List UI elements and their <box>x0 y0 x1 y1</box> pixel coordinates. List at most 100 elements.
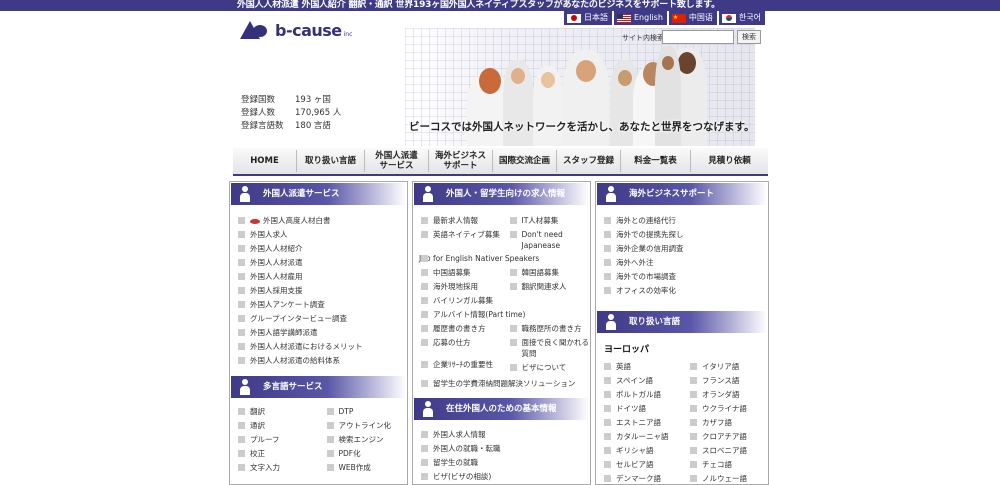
language-link[interactable]: エストニア語 <box>596 416 682 430</box>
region-heading: ヨーロッパ <box>604 345 650 355</box>
nav-overseas[interactable]: 海外ビジネス サポート <box>429 150 493 172</box>
language-link[interactable]: イタリア語 <box>682 360 768 374</box>
link-item[interactable]: WEB作成 <box>319 461 408 475</box>
lang-korean[interactable]: 한국어 <box>718 11 765 25</box>
language-link[interactable]: ポルトガル語 <box>596 388 682 402</box>
language-link[interactable]: ギリシャ語 <box>596 444 682 458</box>
china-flag-icon <box>671 13 686 23</box>
column-dispatch: 外国人派遣サービス 外国人高度人材白書 外国人求人 外国人人材紹介 外国人人材派… <box>229 181 408 485</box>
link-item[interactable]: 企業ﾘｻｰﾁの重要性 <box>413 358 502 372</box>
link-item[interactable]: グループインタービュー調査 <box>230 312 407 326</box>
section-header: 外国人・留学生向けの求人情報 <box>414 183 589 205</box>
link-item[interactable]: 海外での市場調査 <box>596 270 768 284</box>
language-link[interactable]: カタルーニャ語 <box>596 430 682 444</box>
link-item[interactable]: アルバイト情報(Part time) <box>413 308 590 322</box>
nav-dispatch[interactable]: 外国人派遣 サービス <box>365 150 429 172</box>
link-item[interactable]: 外国人求人 <box>230 228 407 242</box>
link-item[interactable]: 外国人採用支援 <box>230 284 407 298</box>
language-link[interactable]: 英語 <box>596 360 682 374</box>
link-item[interactable]: 応募の仕方 <box>413 336 502 350</box>
section-header: 在住外国人のための基本情報 <box>414 398 589 420</box>
language-switcher: 日本語 English 中国语 한국어 <box>564 11 765 25</box>
column-business: 海外ビジネスサポート 海外との連絡代行 海外での提携先探し 海外企業の信用調査 … <box>595 181 769 485</box>
link-item[interactable]: 文字入力 <box>230 461 319 475</box>
section-header: 海外ビジネスサポート <box>597 183 767 205</box>
link-item[interactable]: 外国人語学講師派遣 <box>230 326 407 340</box>
language-link[interactable]: スロベニア語 <box>682 444 768 458</box>
nav-staff-registration[interactable]: スタッフ登録 <box>557 150 621 172</box>
link-item[interactable]: 翻訳関連求人 <box>502 280 591 294</box>
nav-estimate[interactable]: 見積り依頼 <box>691 150 768 172</box>
link-item[interactable]: 海外企業の信用調査 <box>596 242 768 256</box>
language-link[interactable]: フランス語 <box>682 374 768 388</box>
link-item[interactable]: DTP <box>319 405 408 419</box>
link-item[interactable]: 職務歴所の書き方 <box>502 322 591 336</box>
link-item[interactable]: 校正 <box>230 447 319 461</box>
column-jobs: 外国人・留学生向けの求人情報 最新求人情報 IT人材募集 英語ネイティブ募集 D… <box>412 181 591 485</box>
language-link[interactable]: セルビア語 <box>596 458 682 472</box>
link-item[interactable]: 外国人人材派遣におけるメリット <box>230 340 407 354</box>
link-item[interactable]: Job for English Nativer Speakers <box>413 252 590 266</box>
link-item[interactable]: 外国人人材派遣の給料体系 <box>230 354 407 368</box>
link-item[interactable]: ビザ(ビザの相談) <box>413 470 590 484</box>
language-link[interactable]: クロアチア語 <box>682 430 768 444</box>
link-item[interactable]: 中国語募集 <box>413 266 502 280</box>
link-item[interactable]: オフィスの効率化 <box>596 284 768 298</box>
section-header: 取り扱い言語 <box>597 311 767 333</box>
language-link[interactable]: スペイン語 <box>596 374 682 388</box>
language-link[interactable]: オランダ語 <box>682 388 768 402</box>
link-item[interactable]: 外国人人材派遣 <box>230 256 407 270</box>
link-item[interactable]: バイリンガル募集 <box>413 294 590 308</box>
nav-exchange[interactable]: 国際交流企画 <box>493 150 557 172</box>
link-item[interactable]: 外国人アンケート調査 <box>230 298 407 312</box>
link-item[interactable]: 留学生の就職 <box>413 456 590 470</box>
link-item[interactable]: 履歴書の書き方 <box>413 322 502 336</box>
link-item[interactable]: アウトライン化 <box>319 419 408 433</box>
link-item[interactable]: 検索エンジン <box>319 433 408 447</box>
link-item[interactable]: 面接で良く聞かれる質問 <box>502 336 591 358</box>
link-item[interactable]: 最新求人情報 <box>413 214 502 228</box>
link-item[interactable]: 海外での提携先探し <box>596 228 768 242</box>
link-item[interactable]: 海外へ外注 <box>596 256 768 270</box>
us-flag-icon <box>617 13 631 23</box>
link-item[interactable]: Don't need Japanease <box>502 228 591 252</box>
link-item[interactable]: IT人材募集 <box>502 214 591 228</box>
company-logo[interactable]: b-cause inc <box>240 19 352 41</box>
link-item[interactable]: PDF化 <box>319 447 408 461</box>
link-item[interactable]: 韓国語募集 <box>502 266 591 280</box>
link-item[interactable]: 外国人の就職・転職 <box>413 442 590 456</box>
language-link[interactable]: カザフ語 <box>682 416 768 430</box>
link-item[interactable]: 留学生の学費滞納問題解決ソリューション <box>413 377 590 391</box>
link-item[interactable]: 外国人人材紹介 <box>230 242 407 256</box>
language-link[interactable]: ウクライナ語 <box>682 402 768 416</box>
language-link[interactable]: チェコ語 <box>682 458 768 472</box>
link-highly-skilled[interactable]: 外国人高度人材白書 <box>230 214 407 228</box>
language-link[interactable]: ノルウェー語 <box>682 472 768 484</box>
top-banner: 外国人人材派遣 外国人紹介 翻訳・通訳 世界193ヶ国外国人ネイティブスタッフが… <box>0 0 1000 11</box>
link-item[interactable]: 翻訳 <box>230 405 319 419</box>
lang-english[interactable]: English <box>614 11 667 25</box>
search-input[interactable] <box>662 30 734 44</box>
link-item[interactable]: プルーフ <box>230 433 319 447</box>
link-item[interactable]: 外国人人材雇用 <box>230 270 407 284</box>
link-item[interactable]: 通訳 <box>230 419 319 433</box>
nav-home[interactable]: HOME <box>233 150 297 172</box>
search-button[interactable]: 検索 <box>737 30 761 44</box>
nav-languages[interactable]: 取り扱い言語 <box>297 150 365 172</box>
link-item[interactable]: 外国人求人情報 <box>413 428 590 442</box>
link-item[interactable]: 海外現地採用 <box>413 280 502 294</box>
link-item[interactable]: ビザについて <box>502 361 591 375</box>
hero-tagline: ビーコスでは外国人ネットワークを活かし、あなたと世界をつなげます。 <box>409 121 755 133</box>
link-item[interactable]: 海外との連絡代行 <box>596 214 768 228</box>
person-icon <box>238 379 252 395</box>
language-link[interactable]: デンマーク語 <box>596 472 682 484</box>
person-icon <box>421 401 435 417</box>
lang-japanese[interactable]: 日本語 <box>564 11 612 25</box>
link-item[interactable]: 英語ネイティブ募集 <box>413 228 502 242</box>
person-icon <box>604 314 618 330</box>
language-link[interactable]: ドイツ語 <box>596 402 682 416</box>
logo-mark-icon <box>240 19 270 41</box>
nav-price-list[interactable]: 料金一覧表 <box>621 150 691 172</box>
lips-icon <box>250 218 260 224</box>
lang-chinese[interactable]: 中国语 <box>668 11 717 25</box>
